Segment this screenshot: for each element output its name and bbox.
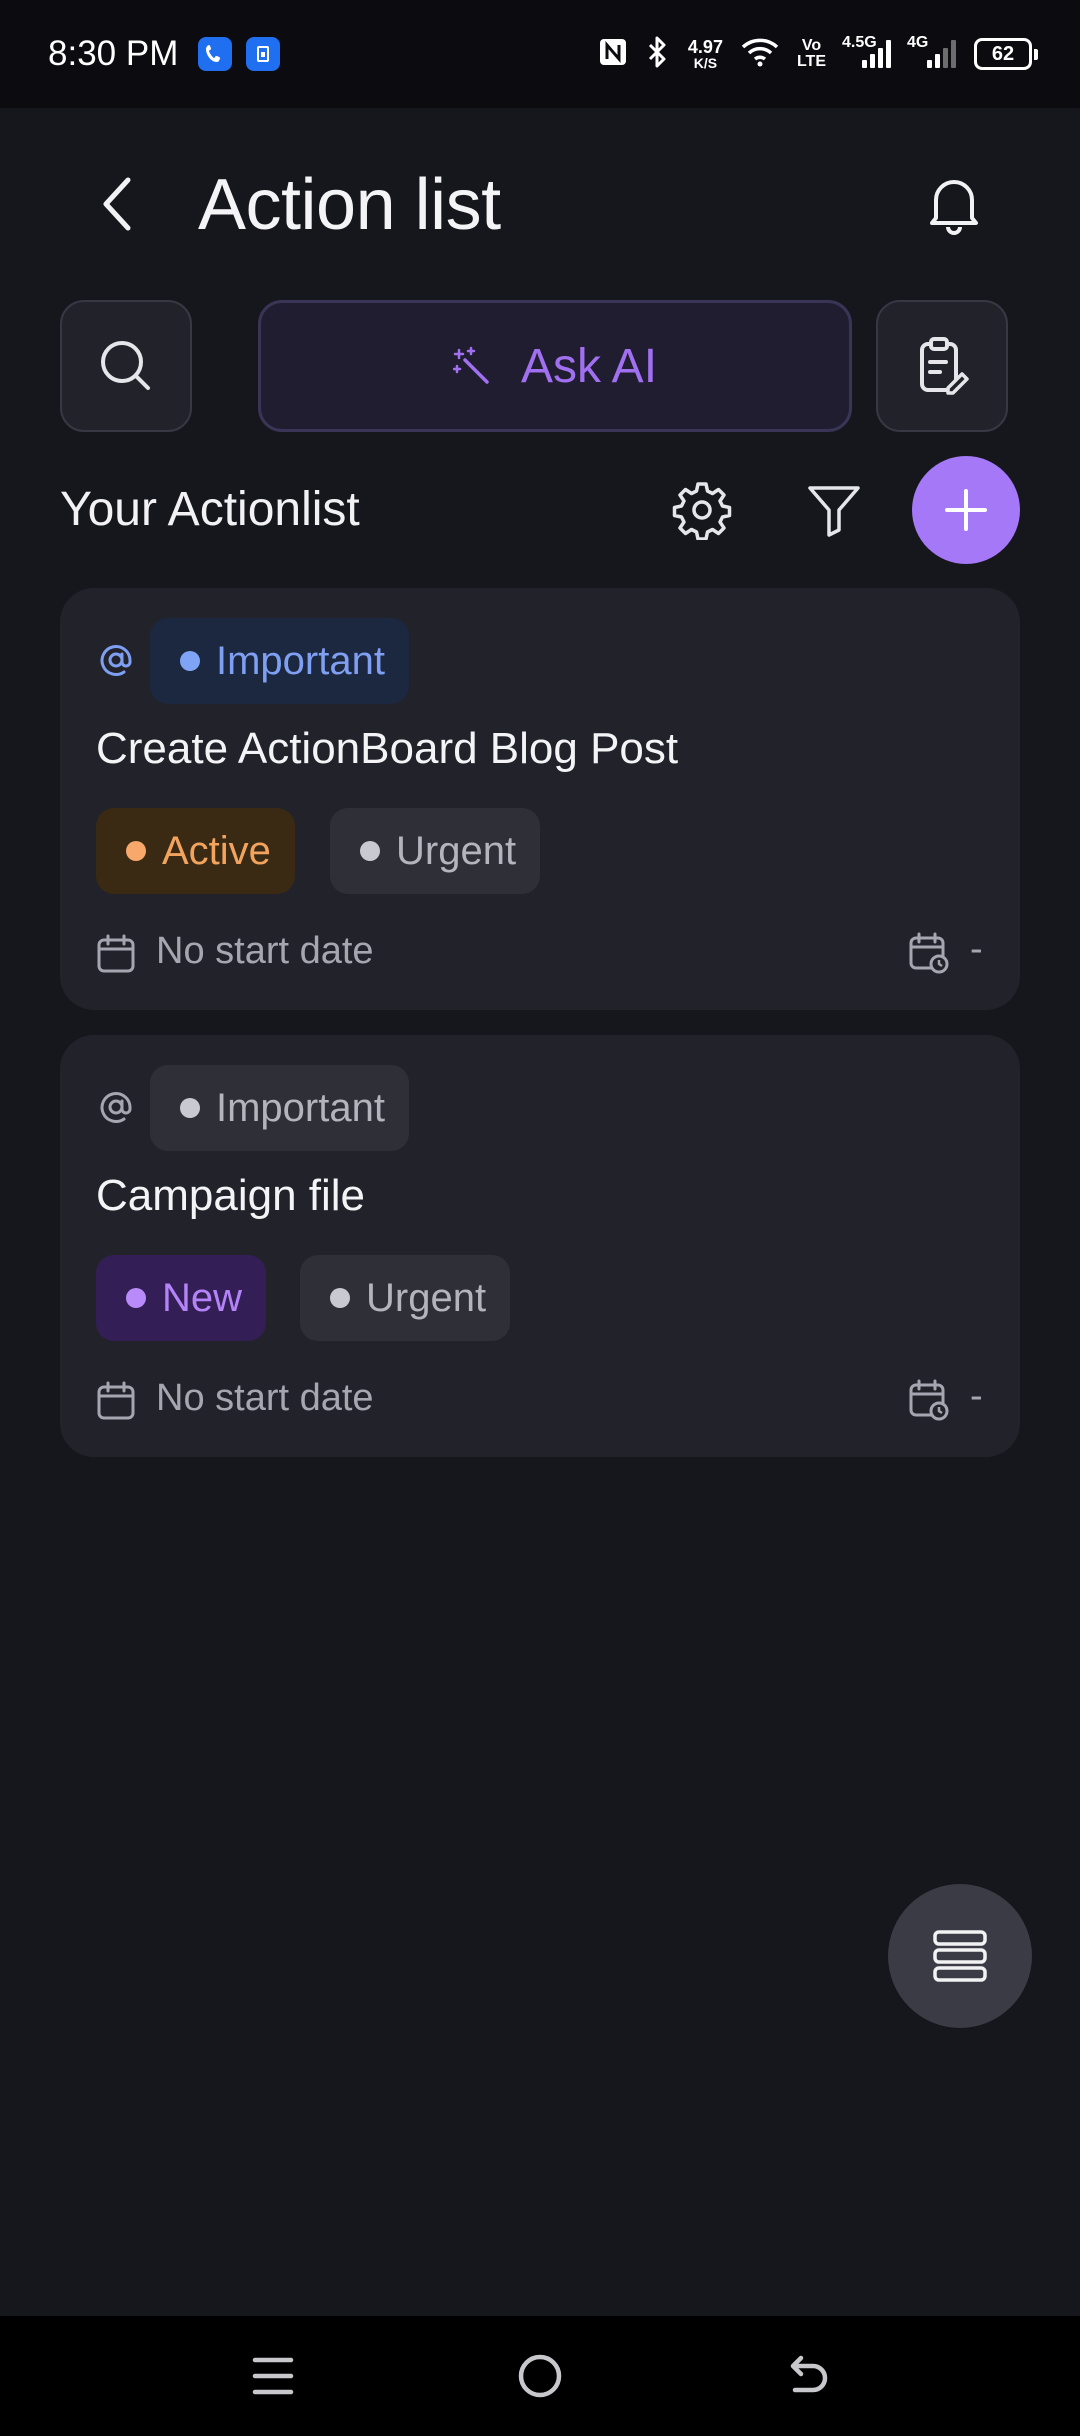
plus-icon [945, 489, 987, 531]
status-time: 8:30 PM [48, 34, 179, 73]
floating-menu-button[interactable] [888, 1884, 1032, 2028]
tag-dot [180, 651, 200, 671]
app-header: Action list [0, 108, 1080, 298]
stack-menu-icon [933, 1930, 987, 1982]
start-date[interactable]: No start date [156, 1377, 374, 1420]
status-chip[interactable]: New [96, 1255, 267, 1341]
due-date-icon [909, 1379, 949, 1421]
status-left: 8:30 PM [48, 34, 281, 74]
page-title: Action list [198, 165, 501, 245]
clipboard-edit-icon [920, 337, 969, 395]
priority-chip[interactable]: Urgent [300, 1255, 511, 1341]
due-date[interactable]: - [970, 1375, 983, 1418]
chevron-left-icon [103, 177, 131, 231]
priority-dot [360, 841, 380, 861]
status-right: 4.97 K/S Vo LTE 4.5G 4G 62 [598, 34, 1038, 74]
sim-app-icon [246, 37, 281, 71]
status-label: Active [162, 828, 271, 873]
wifi-icon [741, 37, 779, 72]
section-title: Your Actionlist [60, 483, 360, 536]
network-speed: 4.97 K/S [687, 37, 723, 71]
status-dot [126, 1288, 146, 1308]
back-arrow-icon [790, 2355, 827, 2393]
tag-label: Important [216, 638, 385, 683]
calendar-icon [97, 934, 135, 973]
toolbar: Ask AI [60, 300, 1008, 432]
tag-dot [180, 1098, 200, 1118]
home-button[interactable] [500, 2336, 580, 2416]
priority-label: Urgent [366, 1275, 487, 1320]
at-mention-icon [96, 640, 136, 680]
menu-lines-icon [253, 2357, 294, 2395]
due-date[interactable]: - [970, 928, 983, 971]
action-card[interactable]: Important Create ActionBoard Blog Post A… [60, 588, 1020, 1010]
bluetooth-icon [646, 35, 670, 74]
search-button[interactable] [60, 300, 192, 432]
status-dot [126, 841, 146, 861]
filter-button[interactable] [796, 472, 872, 548]
clipboard-button[interactable] [876, 300, 1008, 432]
system-nav-bar [0, 2316, 1080, 2436]
add-action-button[interactable] [912, 456, 1020, 564]
priority-label: Urgent [396, 828, 517, 873]
battery-indicator: 62 [974, 38, 1038, 70]
signal-strength-2: 4G [907, 34, 956, 68]
status-chip[interactable]: Active [96, 808, 295, 894]
start-date[interactable]: No start date [156, 930, 374, 973]
notifications-button[interactable] [918, 168, 990, 240]
gear-icon [672, 482, 732, 540]
nfc-icon [598, 37, 628, 72]
action-card[interactable]: Important Campaign file New Urgent No st… [60, 1035, 1020, 1457]
calendar-icon [97, 1381, 135, 1420]
back-nav-button[interactable] [767, 2336, 847, 2416]
status-label: New [162, 1275, 243, 1320]
card-title[interactable]: Create ActionBoard Blog Post [96, 724, 678, 774]
recents-button[interactable] [233, 2336, 313, 2416]
volte-indicator: Vo LTE [796, 37, 826, 70]
tag-chip[interactable]: Important [150, 618, 409, 704]
ask-ai-button[interactable]: Ask AI [258, 300, 852, 432]
due-date-icon [909, 932, 949, 974]
phone-app-icon [198, 37, 233, 71]
settings-button[interactable] [664, 472, 740, 548]
card-title[interactable]: Campaign file [96, 1171, 365, 1221]
tag-chip[interactable]: Important [150, 1065, 409, 1151]
at-mention-icon [96, 1087, 136, 1127]
status-bar: 8:30 PM 4.97 K/S Vo LTE 4.5G 4G 62 [0, 0, 1080, 108]
priority-dot [330, 1288, 350, 1308]
magic-wand-icon [452, 346, 489, 384]
filter-icon [808, 486, 860, 537]
signal-strength-1: 4.5G [842, 34, 891, 68]
search-icon [101, 341, 150, 390]
home-circle-icon [518, 2354, 562, 2398]
bell-icon [930, 180, 978, 235]
ask-ai-label: Ask AI [520, 339, 658, 393]
priority-chip[interactable]: Urgent [330, 808, 541, 894]
back-button[interactable] [82, 168, 154, 240]
tag-label: Important [216, 1085, 385, 1130]
